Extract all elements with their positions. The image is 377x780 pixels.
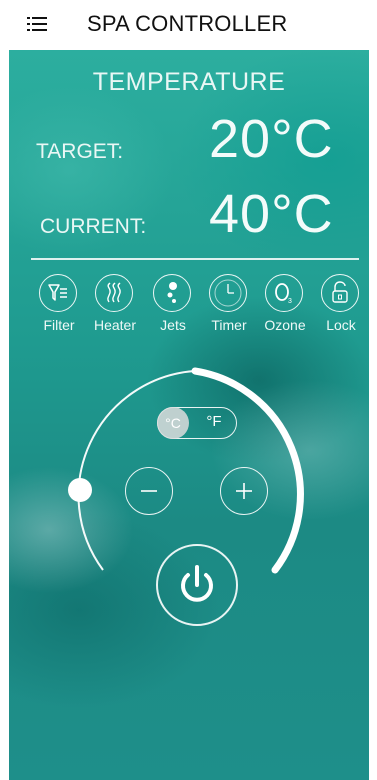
hamburger-menu-icon (27, 17, 47, 31)
top-bar: SPA CONTROLLER (0, 0, 377, 50)
menu-button[interactable] (26, 13, 48, 35)
current-temperature-value: 40°C (209, 184, 334, 244)
decrease-button[interactable] (125, 467, 173, 515)
ozone-icon: 3 (265, 274, 303, 312)
svg-text:3: 3 (288, 298, 292, 305)
temperature-heading: TEMPERATURE (92, 68, 286, 96)
celsius-option[interactable]: °C (157, 407, 189, 439)
increase-button[interactable] (220, 467, 268, 515)
app-title: SPA CONTROLLER (87, 11, 288, 36)
heater-button[interactable]: Heater (85, 270, 145, 340)
jets-icon (153, 274, 191, 312)
divider (31, 258, 359, 260)
heater-icon (95, 274, 133, 312)
filter-icon (39, 274, 77, 312)
power-icon (181, 565, 213, 602)
lock-button[interactable]: Lock (311, 270, 369, 340)
fahrenheit-option[interactable]: °F (196, 413, 232, 430)
target-label: TARGET: (36, 140, 124, 163)
minus-icon (141, 490, 157, 492)
target-temperature-value: 20°C (209, 109, 334, 169)
plus-icon (236, 483, 252, 499)
unit-toggle[interactable]: °C °F (157, 407, 237, 439)
current-label: CURRENT: (40, 215, 147, 238)
spa-control-panel: TEMPERATURE TARGET: 20°C CURRENT: 40°C F… (9, 50, 369, 780)
dial-slider-knob[interactable] (68, 478, 92, 502)
lock-icon (321, 274, 359, 312)
lock-label: Lock (326, 317, 356, 333)
power-button[interactable] (156, 544, 238, 626)
feature-toolbar: Filter Heater Jets Timer 3 Ozone Lock (9, 270, 369, 340)
timer-icon (209, 274, 247, 312)
